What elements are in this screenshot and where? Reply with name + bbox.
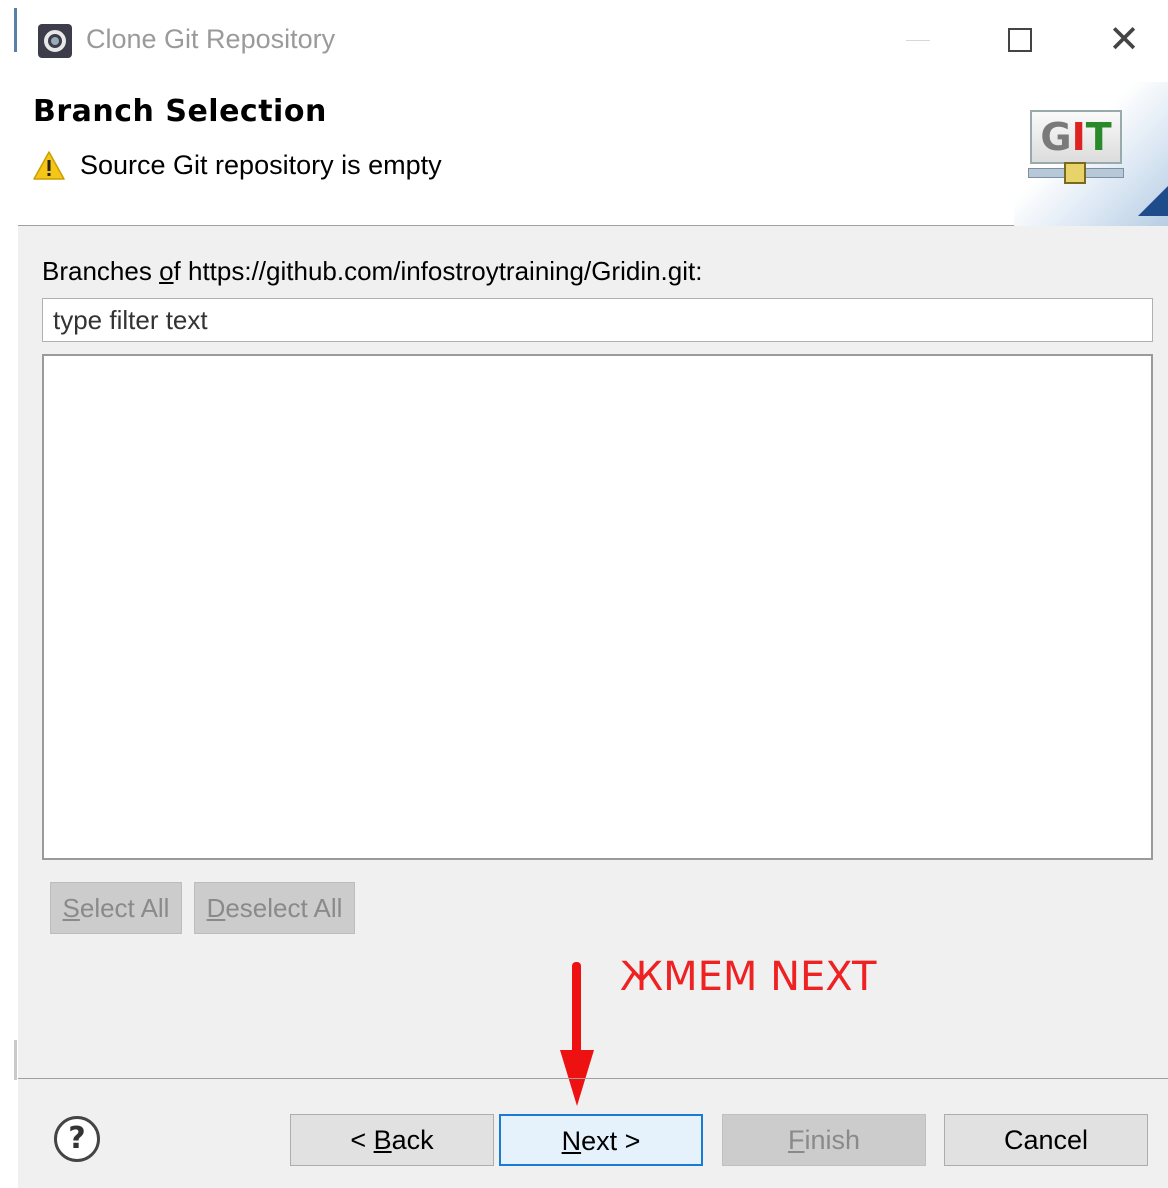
maximize-icon [1008,28,1032,52]
minimize-icon [906,40,930,41]
next-button[interactable]: Next > [499,1114,703,1166]
branch-list[interactable] [42,354,1153,860]
edge-marker [14,8,17,52]
clone-git-repository-dialog: Clone Git Repository ✕ Branch Selection … [18,0,1168,1188]
git-wizard-banner: GIT [1014,82,1168,226]
branches-label: Branches of https://github.com/infostroy… [42,256,703,286]
git-logo: GIT [1030,110,1122,164]
page-title: Branch Selection [33,94,327,129]
maximize-button[interactable] [990,14,1050,66]
window-title: Clone Git Repository [86,24,336,54]
back-button[interactable]: < Back [290,1114,494,1166]
cancel-button[interactable]: Cancel [944,1114,1148,1166]
eclipse-app-icon [38,24,72,58]
close-icon: ✕ [1108,19,1140,61]
warning-icon [33,151,65,180]
close-button[interactable]: ✕ [1094,14,1154,66]
minimize-button[interactable] [888,14,948,66]
select-all-button[interactable]: Select All [50,882,182,934]
git-logo-plug [1064,162,1086,184]
status-message: Source Git repository is empty [80,150,442,180]
annotation-arrow [572,962,581,1056]
edge-marker [14,1040,17,1080]
background-window-edge [0,0,18,1188]
deselect-all-button[interactable]: Deselect All [194,882,355,934]
help-button[interactable]: ? [54,1116,100,1162]
finish-button[interactable]: Finish [722,1114,926,1166]
wizard-header: Branch Selection Source Git repository i… [18,82,1168,226]
help-icon: ? [68,1121,86,1156]
banner-corner [1138,186,1168,216]
footer-divider [18,1078,1168,1079]
filter-input[interactable] [42,298,1153,342]
annotation-text: ЖМЕМ NEXT [620,954,877,1000]
title-bar: Clone Git Repository ✕ [18,0,1168,82]
